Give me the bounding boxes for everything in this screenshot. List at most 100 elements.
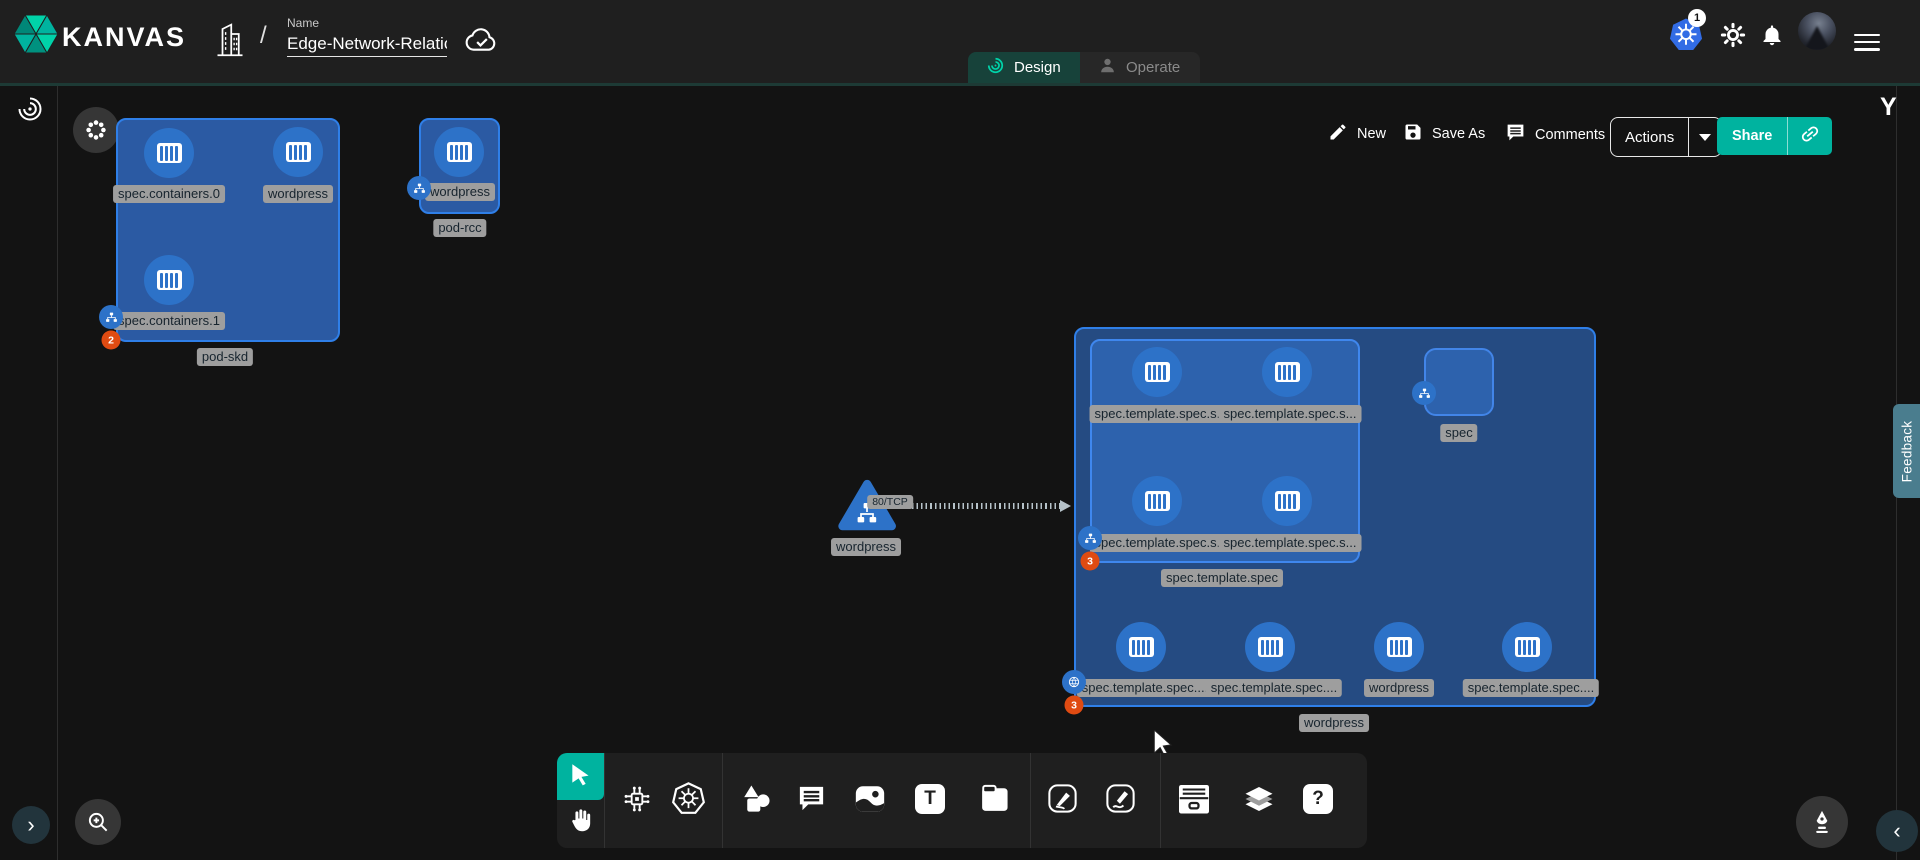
- actions-button-label[interactable]: Actions: [1611, 118, 1688, 156]
- flower-icon[interactable]: [73, 107, 119, 153]
- edge-pen-tool[interactable]: [1042, 782, 1082, 820]
- node-label: spec.template.spec.s...: [1219, 534, 1362, 552]
- share-link-cell[interactable]: [1787, 117, 1832, 155]
- container-node[interactable]: [273, 127, 323, 177]
- node-label: spec.template.spec.s...: [1219, 405, 1362, 423]
- freehand-pen-tool[interactable]: [1100, 782, 1140, 820]
- container-node[interactable]: [434, 127, 484, 177]
- group-label: pod-skd: [197, 348, 253, 366]
- left-panel-divider: [57, 86, 58, 860]
- network-badge-icon[interactable]: [99, 305, 123, 329]
- network-badge-icon[interactable]: [407, 176, 431, 200]
- network-badge-icon[interactable]: [1412, 381, 1436, 405]
- design-name-label: Name: [287, 16, 319, 30]
- node-label: spec: [1440, 424, 1477, 442]
- component-tool[interactable]: [618, 783, 656, 819]
- kubernetes-tool[interactable]: [668, 782, 708, 820]
- container-icon: [1275, 362, 1300, 382]
- container-icon: [1515, 637, 1540, 657]
- tab-operate-label: Operate: [1126, 59, 1180, 76]
- menu-icon[interactable]: [1854, 29, 1880, 55]
- container-icon: [1145, 491, 1170, 511]
- save-as-button-label: Save As: [1432, 126, 1485, 142]
- container-node[interactable]: [1262, 347, 1312, 397]
- container-icon: [447, 142, 472, 162]
- expand-left-icon[interactable]: ›: [12, 806, 50, 844]
- kanvas-logo[interactable]: [14, 10, 58, 63]
- node-label: spec.template.spec....: [1077, 679, 1213, 697]
- error-count-badge[interactable]: 3: [1081, 552, 1100, 571]
- drawer-icon: [1176, 782, 1212, 820]
- actions-button[interactable]: Actions: [1610, 117, 1722, 157]
- edge-label: 80/TCP: [867, 495, 913, 509]
- container-node[interactable]: [1116, 622, 1166, 672]
- shapes-tool[interactable]: [736, 783, 774, 819]
- shapes-icon: [739, 782, 772, 820]
- container-node[interactable]: [1132, 476, 1182, 526]
- right-panel-toggle-icon[interactable]: Y: [1880, 93, 1897, 122]
- collapse-right-icon[interactable]: ‹: [1876, 810, 1918, 852]
- new-button-label: New: [1357, 126, 1386, 142]
- container-node[interactable]: [1374, 622, 1424, 672]
- container-node[interactable]: [1245, 622, 1295, 672]
- share-button-label[interactable]: Share: [1717, 117, 1787, 155]
- kubernetes-count-badge: 1: [1688, 9, 1706, 27]
- cursor-tool[interactable]: [557, 753, 604, 800]
- note-tool[interactable]: [975, 783, 1013, 819]
- pan-tool[interactable]: [557, 800, 604, 846]
- image-tool[interactable]: [850, 783, 890, 819]
- group-label: pod-rcc: [433, 219, 486, 237]
- node-label: wordpress: [263, 185, 333, 203]
- tab-design[interactable]: Design: [968, 52, 1080, 83]
- link-icon: [1799, 123, 1821, 149]
- mesh-badge-icon[interactable]: [1062, 670, 1086, 694]
- container-node[interactable]: [144, 128, 194, 178]
- organization-icon[interactable]: [215, 20, 245, 63]
- comments-button-label: Comments: [1535, 127, 1605, 143]
- whiteboard-pen-icon[interactable]: [1796, 796, 1848, 848]
- zoom-icon[interactable]: [75, 799, 121, 845]
- logo-wordmark: KANVAS: [62, 22, 186, 53]
- spiral-icon[interactable]: [16, 95, 44, 128]
- container-node[interactable]: [1132, 347, 1182, 397]
- layers-tool[interactable]: [1238, 782, 1280, 820]
- pan-tool-icon: [567, 807, 594, 839]
- edge-arrowhead-icon: [1060, 500, 1071, 512]
- edge-pen-icon: [1045, 781, 1080, 821]
- comments-button[interactable]: Comments: [1505, 122, 1605, 147]
- help-tool[interactable]: ?: [1303, 784, 1333, 814]
- component-icon: [621, 783, 653, 820]
- design-name-input[interactable]: [287, 32, 447, 57]
- feedback-tab[interactable]: Feedback: [1893, 404, 1920, 498]
- node-label: spec.template.spec.s...: [1090, 405, 1233, 423]
- toolbar-divider: [722, 753, 723, 848]
- text-tool[interactable]: T: [915, 784, 945, 814]
- container-node[interactable]: [1502, 622, 1552, 672]
- service-edge[interactable]: [898, 503, 1066, 509]
- node-label: spec.template.spec....: [1206, 679, 1342, 697]
- gear-icon[interactable]: [1720, 22, 1746, 53]
- bell-icon[interactable]: [1760, 23, 1784, 52]
- error-count-badge[interactable]: 2: [102, 331, 121, 350]
- container-node[interactable]: [144, 255, 194, 305]
- node-label: wordpress: [831, 538, 901, 556]
- tab-operate[interactable]: Operate: [1080, 52, 1200, 83]
- comment-icon: [1505, 122, 1526, 147]
- drawer-tool[interactable]: [1173, 783, 1215, 819]
- new-button[interactable]: New: [1328, 122, 1386, 146]
- avatar[interactable]: [1798, 12, 1836, 50]
- spec-node[interactable]: [1424, 348, 1494, 416]
- network-badge-icon[interactable]: [1078, 526, 1102, 550]
- container-node[interactable]: [1262, 476, 1312, 526]
- container-icon: [1387, 637, 1412, 657]
- error-count-badge[interactable]: 3: [1065, 696, 1084, 715]
- group-spec-template-spec[interactable]: [1090, 339, 1360, 563]
- container-icon: [1275, 491, 1300, 511]
- save-as-button[interactable]: Save As: [1403, 122, 1485, 146]
- comment-tool[interactable]: [792, 783, 830, 819]
- toolbar-divider: [1030, 753, 1031, 848]
- group-label: spec.template.spec: [1161, 569, 1283, 587]
- help-icon: ?: [1303, 784, 1333, 814]
- text-tool-icon: T: [915, 784, 945, 814]
- share-button[interactable]: Share: [1717, 117, 1832, 155]
